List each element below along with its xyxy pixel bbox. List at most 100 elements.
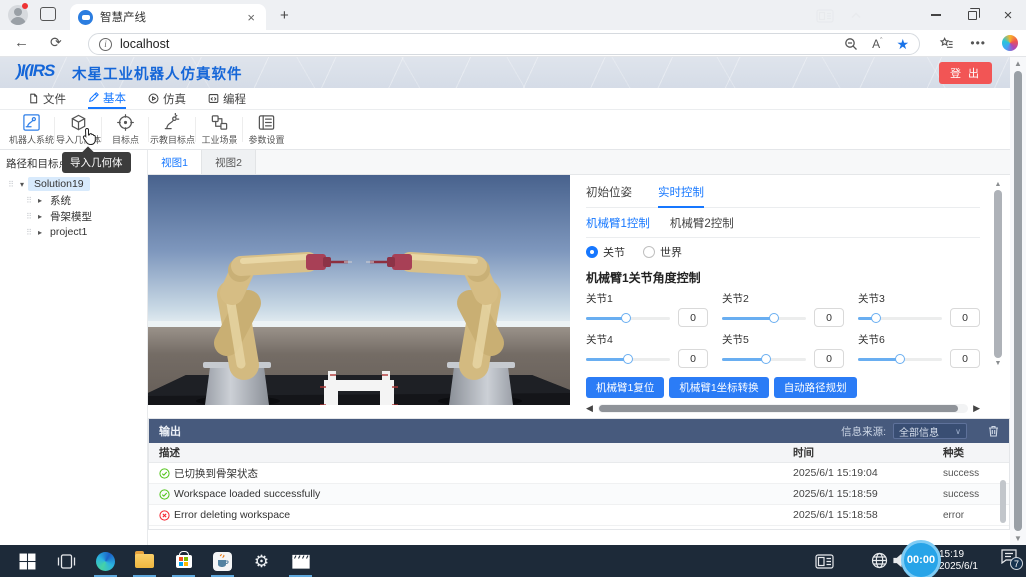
- read-aloud-icon[interactable]: Aˆ: [872, 37, 882, 51]
- browser-tab[interactable]: 智慧产线 ×: [70, 4, 266, 30]
- caret-right-icon[interactable]: ▸: [38, 212, 46, 221]
- mode-radio-关节[interactable]: 关节: [586, 244, 625, 260]
- ribbon-item-6[interactable]: 参数设置: [243, 110, 290, 149]
- page-scroll-up-icon[interactable]: ▲: [1014, 57, 1022, 70]
- scroll-right-icon[interactable]: ▶: [973, 403, 980, 414]
- view-tab-1[interactable]: 视图1: [148, 150, 202, 174]
- joint-value-input[interactable]: 0: [814, 308, 844, 327]
- drag-handle-icon[interactable]: ⠿: [24, 196, 34, 205]
- arm-button-1[interactable]: 机械臂1复位: [586, 377, 664, 398]
- clear-log-button[interactable]: [988, 425, 999, 437]
- menu-tab-1[interactable]: 文件: [28, 88, 66, 109]
- ribbon-item-4[interactable]: 示教目标点: [149, 110, 196, 149]
- widgets-panel-icon[interactable]: [815, 554, 834, 572]
- caret-right-icon[interactable]: ▸: [38, 196, 46, 205]
- tree-item-project1[interactable]: ⠿▸project1: [0, 224, 147, 240]
- notification-center-icon[interactable]: 7: [1000, 548, 1020, 568]
- menu-tab-3[interactable]: 仿真: [148, 88, 186, 109]
- slider-thumb[interactable]: [871, 313, 881, 323]
- ribbon-item-1[interactable]: 机器人系统: [8, 110, 55, 149]
- joint-value-input[interactable]: 0: [950, 308, 980, 327]
- arm-button-3[interactable]: 自动路径规划: [774, 377, 857, 398]
- ribbon-item-5[interactable]: 工业场景: [196, 110, 243, 149]
- store-taskbar-button[interactable]: [164, 545, 203, 577]
- joint-slider[interactable]: [586, 311, 670, 325]
- tree-item-骨架模型[interactable]: ⠿▸骨架模型: [0, 208, 147, 224]
- drag-handle-icon[interactable]: ⠿: [6, 180, 16, 189]
- slider-thumb[interactable]: [769, 313, 779, 323]
- arm-tab-1[interactable]: 机械臂1控制: [586, 215, 650, 231]
- java-taskbar-button[interactable]: [203, 545, 242, 577]
- joint-slider[interactable]: [722, 352, 806, 366]
- window-minimize-button[interactable]: [918, 0, 954, 30]
- reload-icon[interactable]: ⟳: [50, 34, 62, 51]
- ribbon-item-3[interactable]: 目标点: [102, 110, 149, 149]
- joint-value-input[interactable]: 0: [814, 349, 844, 368]
- tree-item-系统[interactable]: ⠿▸系统: [0, 192, 147, 208]
- mode-radio-世界[interactable]: 世界: [643, 244, 682, 260]
- taskbar-clock[interactable]: 15:19 2025/6/1: [933, 545, 993, 577]
- tree-item-Solution19[interactable]: ⠿▾Solution19: [0, 176, 147, 192]
- drag-handle-icon[interactable]: ⠿: [24, 212, 34, 221]
- joint-slider[interactable]: [858, 311, 942, 325]
- address-bar[interactable]: i localhost Aˆ ★: [88, 33, 920, 55]
- joint-slider[interactable]: [586, 352, 670, 366]
- arm-tab-label: 机械臂1控制: [586, 218, 650, 230]
- menu-tab-2[interactable]: 基本: [88, 88, 126, 109]
- joint-value-input[interactable]: 0: [950, 349, 980, 368]
- file-explorer-taskbar-button[interactable]: [125, 545, 164, 577]
- scroll-up-icon[interactable]: ▲: [995, 181, 1002, 188]
- settings-taskbar-button[interactable]: ⚙: [242, 545, 281, 577]
- logout-button[interactable]: 登 出: [939, 62, 992, 84]
- slider-thumb[interactable]: [623, 354, 633, 364]
- h-scroll-thumb[interactable]: [599, 405, 958, 412]
- horizontal-scrollbar[interactable]: ◀ ▶: [586, 403, 980, 414]
- window-close-button[interactable]: ×: [990, 0, 1026, 30]
- edge-taskbar-button[interactable]: [86, 545, 125, 577]
- site-info-icon[interactable]: i: [99, 38, 112, 51]
- pose-tab-2[interactable]: 实时控制: [658, 184, 704, 200]
- favorites-bar-icon[interactable]: [939, 36, 954, 51]
- slider-thumb[interactable]: [761, 354, 771, 364]
- page-scroll-down-icon[interactable]: ▼: [1014, 532, 1022, 545]
- recording-timer-overlay[interactable]: 00:00: [901, 540, 941, 577]
- joint-label: 关节4: [586, 329, 708, 349]
- window-restore-button[interactable]: [954, 0, 990, 30]
- caret-right-icon[interactable]: ▸: [38, 228, 46, 237]
- copilot-icon[interactable]: [1002, 35, 1018, 51]
- panel-scrollbar[interactable]: ▲ ▼: [993, 181, 1003, 397]
- v-scroll-thumb[interactable]: [994, 190, 1002, 358]
- pose-tab-1[interactable]: 初始位姿: [586, 184, 632, 200]
- arm-tab-2[interactable]: 机械臂2控制: [670, 215, 734, 231]
- viewport-3d[interactable]: [148, 175, 570, 405]
- joint-value-input[interactable]: 0: [678, 308, 708, 327]
- page-scroll-thumb[interactable]: [1014, 71, 1022, 531]
- source-select[interactable]: 全部信息 ∨: [893, 423, 967, 439]
- task-view-taskbar-button[interactable]: [47, 545, 86, 577]
- view-tab-2[interactable]: 视图2: [202, 150, 256, 174]
- more-menu-icon[interactable]: •••: [970, 36, 986, 50]
- widgets-icon[interactable]: [816, 0, 834, 32]
- back-icon[interactable]: ←: [14, 34, 29, 51]
- menu-tab-4[interactable]: 编程: [208, 88, 246, 109]
- caret-down-icon[interactable]: ▾: [20, 180, 28, 189]
- scroll-down-icon[interactable]: ▼: [995, 360, 1002, 367]
- favorite-star-icon[interactable]: ★: [896, 36, 909, 53]
- joint-slider[interactable]: [722, 311, 806, 325]
- slider-thumb[interactable]: [895, 354, 905, 364]
- browser-scrollbar[interactable]: ▲ ▼: [1010, 57, 1026, 545]
- tab-list-icon[interactable]: [40, 7, 56, 21]
- joint-slider[interactable]: [858, 352, 942, 366]
- arm-button-2[interactable]: 机械臂1坐标转换: [669, 377, 768, 398]
- joint-value-input[interactable]: 0: [678, 349, 708, 368]
- scroll-left-icon[interactable]: ◀: [586, 403, 593, 414]
- media-player-taskbar-button[interactable]: [281, 545, 320, 577]
- new-tab-button[interactable]: +: [280, 7, 289, 24]
- slider-thumb[interactable]: [621, 313, 631, 323]
- drag-handle-icon[interactable]: ⠿: [24, 228, 34, 237]
- tab-close-icon[interactable]: ×: [244, 9, 258, 26]
- start-taskbar-button[interactable]: [8, 545, 47, 577]
- network-globe-icon[interactable]: [871, 552, 888, 572]
- zoom-out-icon[interactable]: [844, 37, 858, 51]
- output-scrollbar[interactable]: [1000, 447, 1006, 525]
